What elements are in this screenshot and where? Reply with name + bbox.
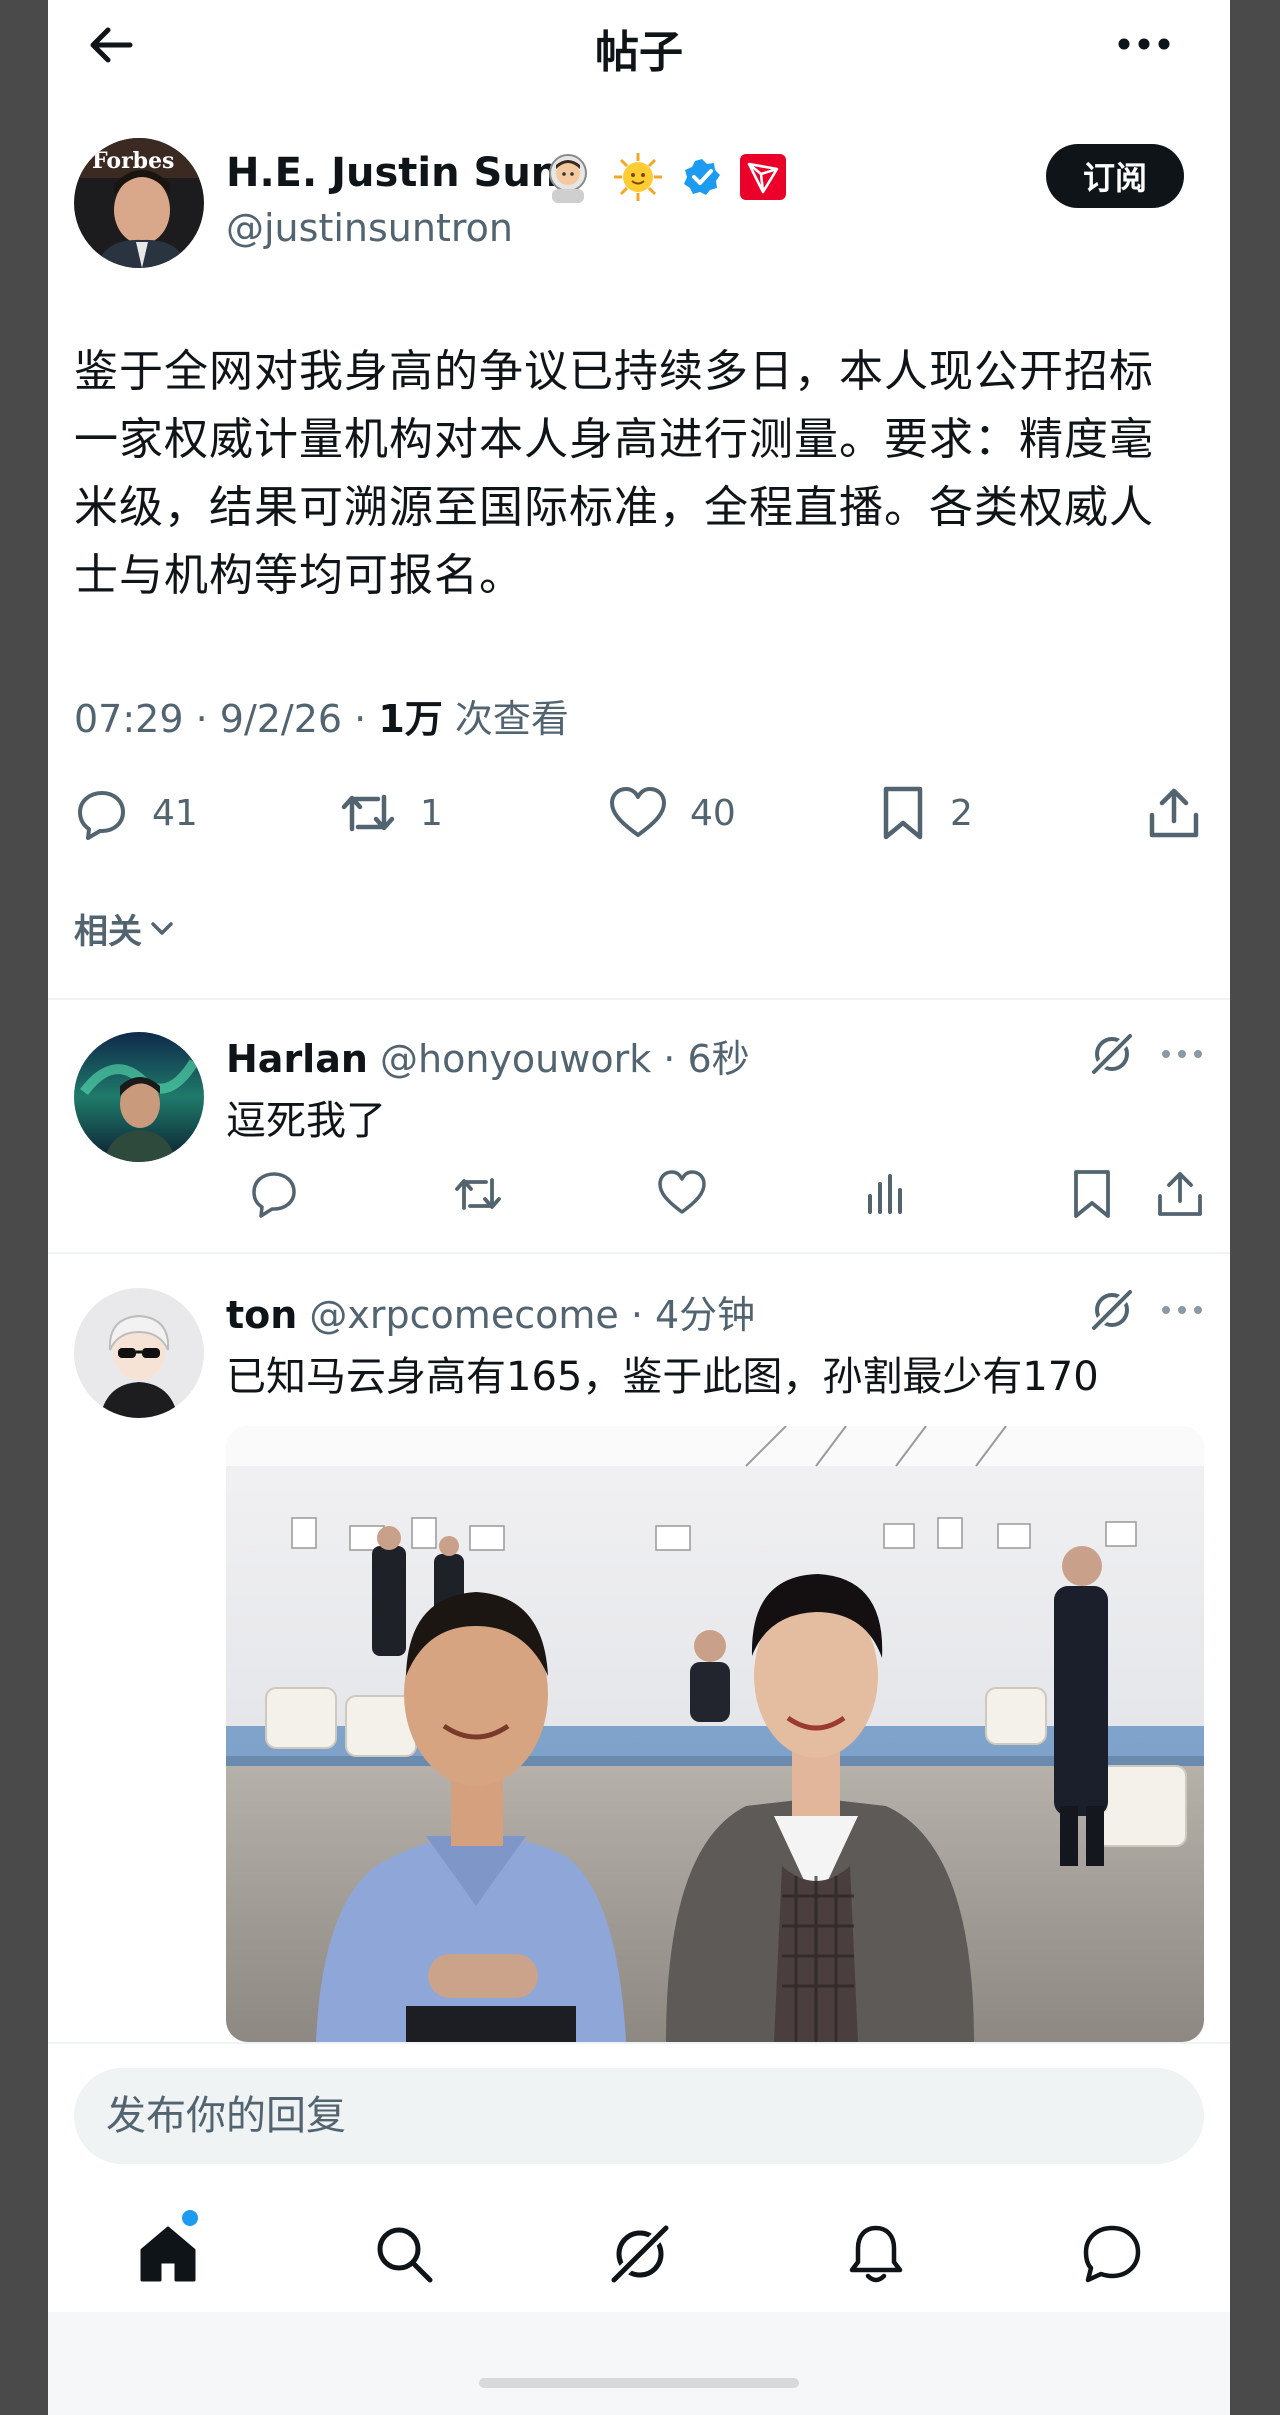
- repost-count: 1: [420, 792, 443, 834]
- grok-icon[interactable]: [1088, 1286, 1136, 1334]
- reply-share-icon[interactable]: [1154, 1168, 1206, 1220]
- author-name[interactable]: H.E. Justin Sun: [226, 150, 559, 196]
- reply-time: 6秒: [687, 1037, 750, 1081]
- home-icon[interactable]: [136, 2222, 200, 2286]
- grok-icon[interactable]: [1088, 1030, 1136, 1078]
- reply-composer: 发布你的回复: [48, 2042, 1230, 2194]
- reply-input[interactable]: 发布你的回复: [74, 2068, 1204, 2164]
- divider: [48, 998, 1230, 1000]
- reply-avatar[interactable]: [74, 1288, 204, 1418]
- views-count: 1万: [378, 697, 443, 741]
- reply-author-name[interactable]: Harlan: [226, 1037, 368, 1081]
- top-bar: 帖子: [48, 0, 1230, 90]
- reply-like-icon[interactable]: [656, 1168, 708, 1220]
- post-meta: 07:29 · 9/2/26 · 1万 次查看: [74, 697, 569, 741]
- divider: [48, 1252, 1230, 1254]
- reply-action[interactable]: 41: [74, 778, 198, 848]
- home-notification-dot: [182, 2210, 198, 2226]
- messages-icon[interactable]: [1080, 2222, 1144, 2286]
- author-badges: [542, 148, 786, 206]
- bottom-tab-bar: [48, 2192, 1230, 2312]
- reply-comment-icon[interactable]: [248, 1168, 300, 1220]
- share-action[interactable]: [1146, 778, 1202, 848]
- repost-icon[interactable]: [338, 785, 398, 841]
- reply-more-icon[interactable]: [1158, 1286, 1206, 1334]
- related-label: 相关: [74, 912, 142, 952]
- reply-text: 已知马云身高有165，鉴于此图，孙割最少有170: [226, 1354, 1099, 1400]
- post-time: 07:29: [74, 697, 184, 741]
- bookmark-action[interactable]: 2: [878, 778, 973, 848]
- reply-time: 4分钟: [654, 1293, 756, 1337]
- reply-header: ton @xrpcomecome · 4分钟: [226, 1293, 756, 1337]
- reply-avatar[interactable]: [74, 1032, 204, 1162]
- reply-icon[interactable]: [74, 785, 130, 841]
- bookmark-icon[interactable]: [878, 785, 928, 841]
- more-options-icon[interactable]: [1114, 22, 1174, 66]
- page-title: 帖子: [595, 27, 683, 78]
- avatar-logo-text: Forbes: [92, 148, 174, 174]
- tron-logo-icon[interactable]: [740, 154, 786, 200]
- related-dropdown[interactable]: 相关: [74, 904, 176, 953]
- right-frame-edge: [1230, 0, 1280, 2415]
- post-text: 鉴于全网对我身高的争议已持续多日，本人现公开招标一家权威计量机构对本人身高进行测…: [74, 346, 1154, 601]
- reply-analytics-icon[interactable]: [860, 1168, 912, 1220]
- like-count: 40: [690, 792, 736, 834]
- reply-author-handle[interactable]: @honyouwork: [380, 1037, 651, 1081]
- reply-photo[interactable]: [226, 1426, 1204, 2042]
- reply-repost-icon[interactable]: [452, 1168, 504, 1220]
- reply-author-name[interactable]: ton: [226, 1293, 297, 1337]
- bookmark-count: 2: [950, 792, 973, 834]
- views-label: 次查看: [454, 697, 569, 741]
- reply-more-icon[interactable]: [1158, 1030, 1206, 1078]
- chevron-down-icon: [148, 915, 176, 943]
- reply-header: Harlan @honyouwork · 6秒: [226, 1037, 750, 1081]
- share-icon[interactable]: [1146, 785, 1202, 841]
- author-avatar[interactable]: Forbes: [74, 138, 204, 268]
- author-handle[interactable]: @justinsuntron: [226, 206, 513, 250]
- search-icon[interactable]: [372, 2222, 436, 2286]
- home-indicator[interactable]: [479, 2378, 799, 2388]
- reply-count: 41: [152, 792, 198, 834]
- like-action[interactable]: 40: [608, 778, 736, 848]
- verified-badge-icon[interactable]: [682, 157, 722, 197]
- repost-action[interactable]: 1: [338, 778, 443, 848]
- bottom-safe-area: [48, 2312, 1230, 2415]
- app-screen: 帖子 Forbes H.E. Justin Sun @justinsuntron…: [48, 0, 1230, 2415]
- reply-text: 逗死我了: [226, 1098, 386, 1144]
- notifications-icon[interactable]: [844, 2222, 908, 2286]
- astronaut-emoji-icon: [542, 151, 594, 203]
- reply-bookmark-icon[interactable]: [1066, 1168, 1118, 1220]
- grok-icon[interactable]: [608, 2222, 672, 2286]
- left-frame-edge: [0, 0, 48, 2415]
- sun-emoji-icon: [612, 151, 664, 203]
- reply-author-handle[interactable]: @xrpcomecome: [309, 1293, 618, 1337]
- post-date: 9/2/26: [219, 697, 343, 741]
- subscribe-button[interactable]: 订阅: [1046, 144, 1184, 208]
- heart-icon[interactable]: [608, 785, 668, 841]
